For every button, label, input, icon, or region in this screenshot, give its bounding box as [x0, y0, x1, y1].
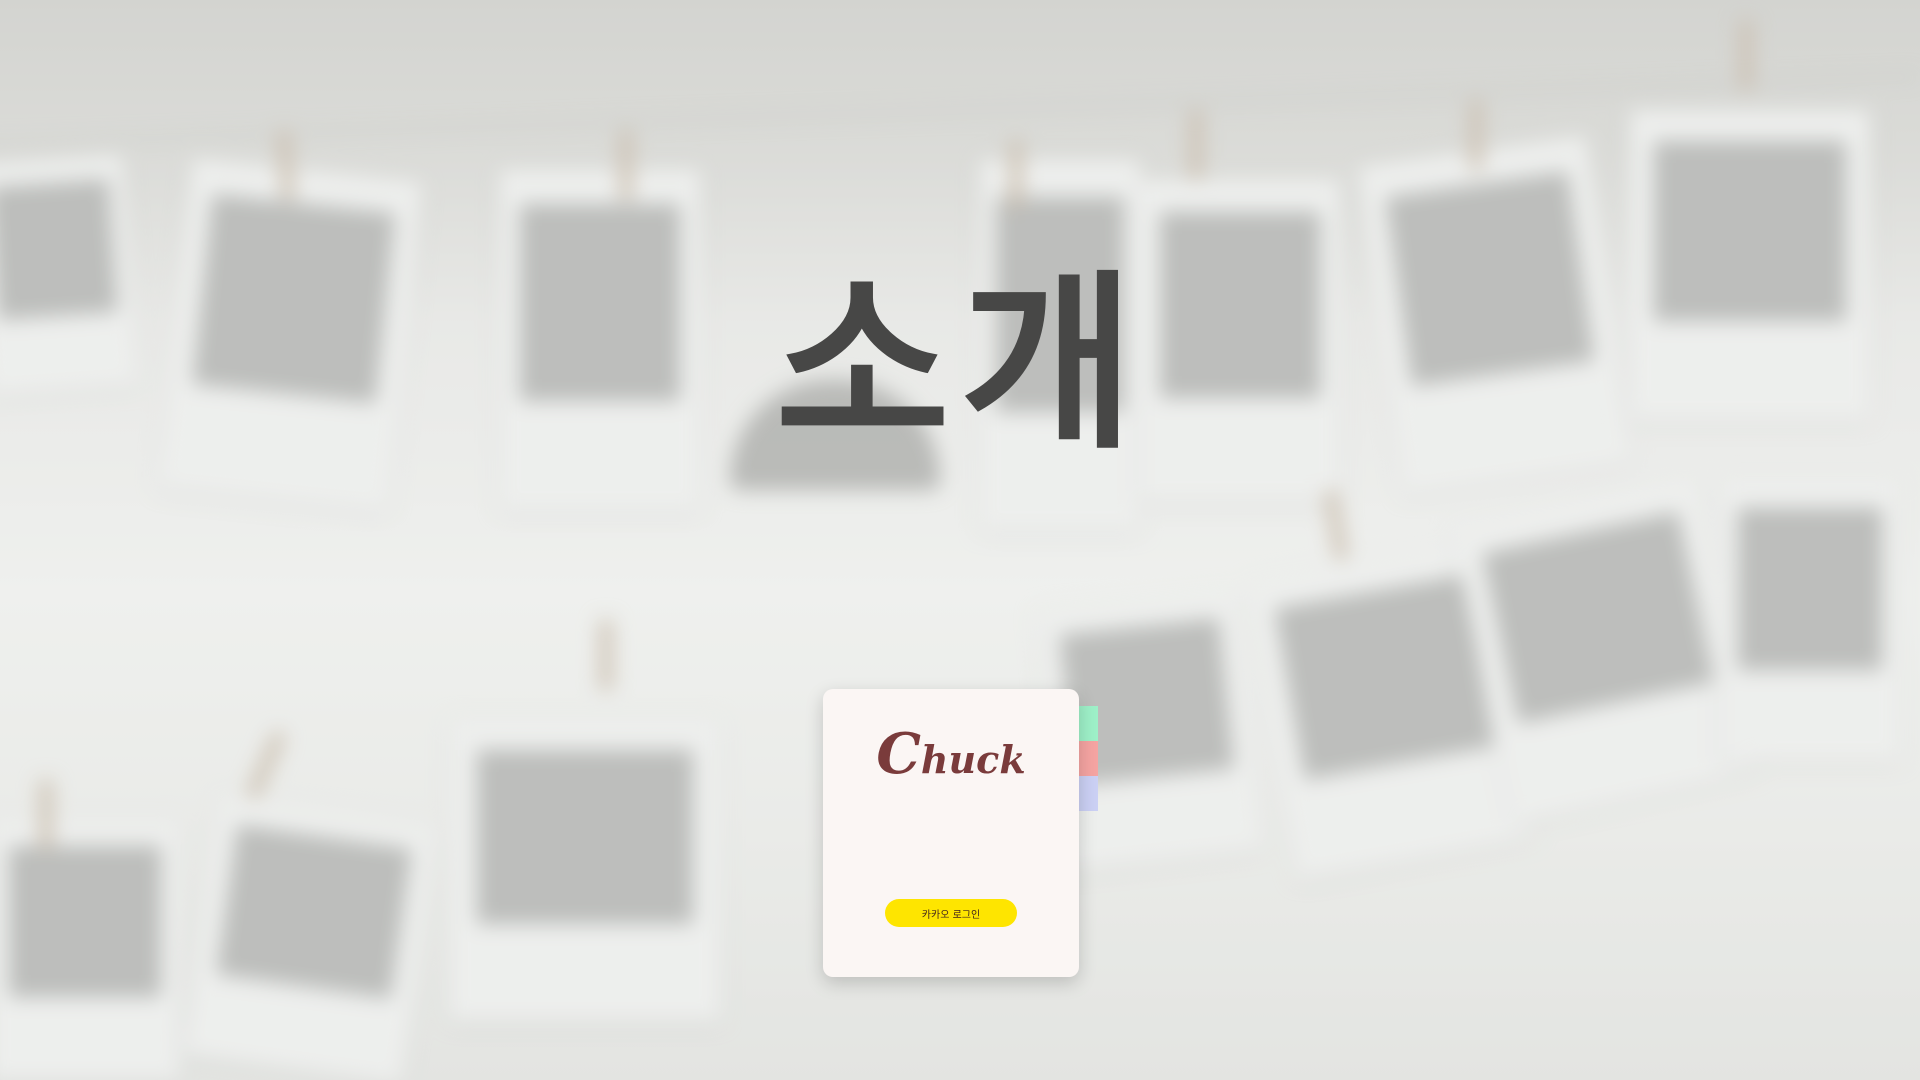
login-card-container: Chuck 카카오 로그인: [823, 689, 1098, 977]
page-title: 소개: [775, 254, 1145, 475]
login-card: Chuck 카카오 로그인: [823, 689, 1079, 977]
tab-red[interactable]: [1079, 741, 1098, 776]
logo-initial: C: [876, 721, 921, 787]
kakao-login-button[interactable]: 카카오 로그인: [885, 899, 1017, 927]
logo-rest: huck: [920, 737, 1026, 782]
tab-blue[interactable]: [1079, 776, 1098, 811]
chuck-logo: Chuck: [823, 721, 1079, 787]
tab-green[interactable]: [1079, 706, 1098, 741]
side-tabs: [1079, 706, 1098, 811]
